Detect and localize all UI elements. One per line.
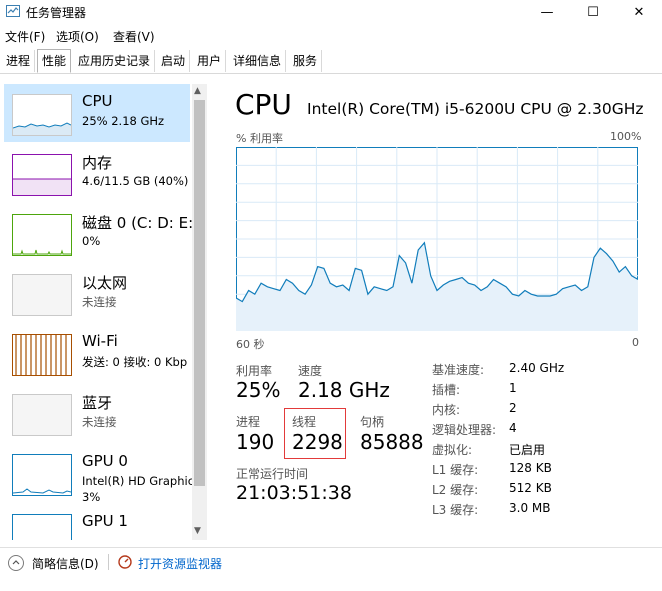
- resource-name: 内存: [82, 154, 113, 172]
- processes-value: 190: [236, 430, 275, 454]
- menu-bar: 文件(F) 选项(O) 查看(V): [0, 26, 662, 46]
- scroll-down-arrow-icon[interactable]: ▼: [194, 526, 201, 536]
- spec-sockets-value: 1: [509, 381, 517, 395]
- footer-bar: [0, 547, 662, 591]
- ethernet-thumbnail-graph: [12, 274, 72, 316]
- memory-thumbnail-graph: [12, 154, 72, 196]
- tab-bar: 进程 性能 应用历史记录 启动 用户 详细信息 服务: [0, 49, 662, 74]
- resource-item-wifi[interactable]: Wi-Fi 发送: 0 接收: 0 Kbp: [4, 324, 190, 382]
- spec-l3-cache-label: L3 缓存:: [432, 503, 479, 517]
- utilization-value: 25%: [236, 378, 281, 402]
- cpu-utilization-graph: [236, 147, 638, 331]
- spec-l2-cache-value: 512 KB: [509, 481, 552, 495]
- uptime-label: 正常运行时间: [236, 467, 309, 481]
- minimize-icon: —: [540, 4, 554, 20]
- speed-label: 速度: [298, 364, 323, 378]
- resource-detail: 4.6/11.5 GB (40%): [82, 174, 189, 188]
- spec-cores-value: 2: [509, 401, 517, 415]
- bluetooth-thumbnail-graph: [12, 394, 72, 436]
- resource-name: GPU 0: [82, 452, 128, 470]
- resource-detail: 25% 2.18 GHz: [82, 114, 165, 128]
- chevron-up-icon[interactable]: [8, 555, 24, 571]
- spec-l2-cache-label: L2 缓存:: [432, 483, 479, 497]
- spec-l1-cache-label: L1 缓存:: [432, 463, 479, 477]
- resource-name: 以太网: [82, 274, 128, 292]
- graph-min-label: 0: [632, 336, 639, 349]
- tab-users[interactable]: 用户: [193, 50, 227, 72]
- resource-item-ethernet[interactable]: 以太网 未连接: [4, 264, 190, 322]
- disk-thumbnail-graph: [12, 214, 72, 256]
- graph-time-label: 60 秒: [236, 338, 265, 351]
- utilization-label: 利用率: [236, 364, 273, 378]
- wifi-thumbnail-graph: [12, 334, 72, 376]
- resource-detail: Intel(R) HD Graphic: [82, 474, 195, 488]
- panel-title: CPU: [235, 88, 292, 121]
- graph-max-label: 100%: [610, 130, 642, 143]
- resource-name: 磁盘 0 (C: D: E:: [82, 214, 194, 232]
- spec-sockets-label: 插槽:: [432, 383, 461, 397]
- resource-name: GPU 1: [82, 512, 128, 530]
- spec-l3-cache-value: 3.0 MB: [509, 501, 551, 515]
- scroll-up-arrow-icon[interactable]: ▲: [194, 86, 201, 96]
- menu-file[interactable]: 文件(F): [5, 28, 45, 45]
- threads-value: 2298: [292, 430, 343, 454]
- cpu-thumbnail-graph: [12, 94, 72, 136]
- spec-virtualization-label: 虚拟化:: [432, 443, 473, 457]
- open-resource-monitor-link[interactable]: 打开资源监视器: [138, 555, 222, 572]
- graph-axis-label: % 利用率: [236, 132, 283, 145]
- uptime-value: 21:03:51:38: [236, 482, 352, 504]
- resource-name: Wi-Fi: [82, 332, 118, 350]
- tab-details[interactable]: 详细信息: [229, 50, 287, 72]
- resource-item-disk[interactable]: 磁盘 0 (C: D: E: 0%: [4, 204, 194, 262]
- spec-l1-cache-value: 128 KB: [509, 461, 552, 475]
- tab-app-history[interactable]: 应用历史记录: [74, 50, 156, 72]
- speed-value: 2.18 GHz: [298, 378, 390, 402]
- resource-monitor-icon[interactable]: [118, 555, 132, 569]
- resource-detail: 0%: [82, 234, 101, 248]
- resource-name: CPU: [82, 92, 113, 110]
- resource-item-cpu[interactable]: CPU 25% 2.18 GHz: [4, 84, 190, 142]
- close-icon: ✕: [633, 4, 645, 20]
- window-title: 任务管理器: [26, 6, 87, 20]
- close-button[interactable]: ✕: [616, 0, 662, 24]
- footer-separator: [108, 554, 109, 570]
- tab-performance[interactable]: 性能: [37, 49, 72, 73]
- resource-list: CPU 25% 2.18 GHz 内存 4.6/11.5 GB (40%) 磁盘…: [0, 80, 207, 540]
- menu-view[interactable]: 查看(V): [113, 28, 155, 45]
- fewer-details-button[interactable]: 简略信息(D): [32, 555, 99, 572]
- resource-detail: 未连接: [82, 415, 117, 429]
- menu-options[interactable]: 选项(O): [56, 28, 99, 45]
- resource-item-gpu1[interactable]: GPU 1: [4, 504, 190, 540]
- resource-detail: 未连接: [82, 295, 117, 309]
- handles-label: 句柄: [360, 415, 385, 429]
- handles-value: 85888: [360, 430, 424, 454]
- scrollbar-thumb[interactable]: [194, 100, 205, 486]
- tab-services[interactable]: 服务: [289, 50, 323, 72]
- resource-item-gpu0[interactable]: GPU 0 Intel(R) HD Graphic 3%: [4, 444, 194, 504]
- spec-base-speed-value: 2.40 GHz: [509, 361, 565, 375]
- tab-processes[interactable]: 进程: [2, 50, 36, 72]
- minimize-button[interactable]: —: [524, 0, 570, 24]
- spec-virtualization-value: 已启用: [509, 443, 546, 457]
- gpu1-thumbnail-graph: [12, 514, 72, 540]
- resource-item-bluetooth[interactable]: 蓝牙 未连接: [4, 384, 190, 442]
- tab-startup[interactable]: 启动: [157, 50, 191, 72]
- spec-logical-processors-label: 逻辑处理器:: [432, 423, 497, 437]
- cpu-model-name: Intel(R) Core(TM) i5-6200U CPU @ 2.30GHz: [307, 100, 644, 118]
- resource-item-memory[interactable]: 内存 4.6/11.5 GB (40%): [4, 144, 190, 202]
- maximize-button[interactable]: ☐: [570, 0, 616, 24]
- resource-detail-2: 3%: [82, 490, 101, 504]
- gpu0-thumbnail-graph: [12, 454, 72, 496]
- spec-cores-label: 内核:: [432, 403, 461, 417]
- task-manager-app-icon: [6, 5, 20, 17]
- threads-label: 线程: [292, 415, 317, 429]
- processes-label: 进程: [236, 415, 261, 429]
- resource-name: 蓝牙: [82, 394, 113, 412]
- spec-base-speed-label: 基准速度:: [432, 363, 485, 377]
- spec-logical-processors-value: 4: [509, 421, 517, 435]
- maximize-icon: ☐: [587, 4, 599, 20]
- resource-detail: 发送: 0 接收: 0 Kbp: [82, 355, 188, 369]
